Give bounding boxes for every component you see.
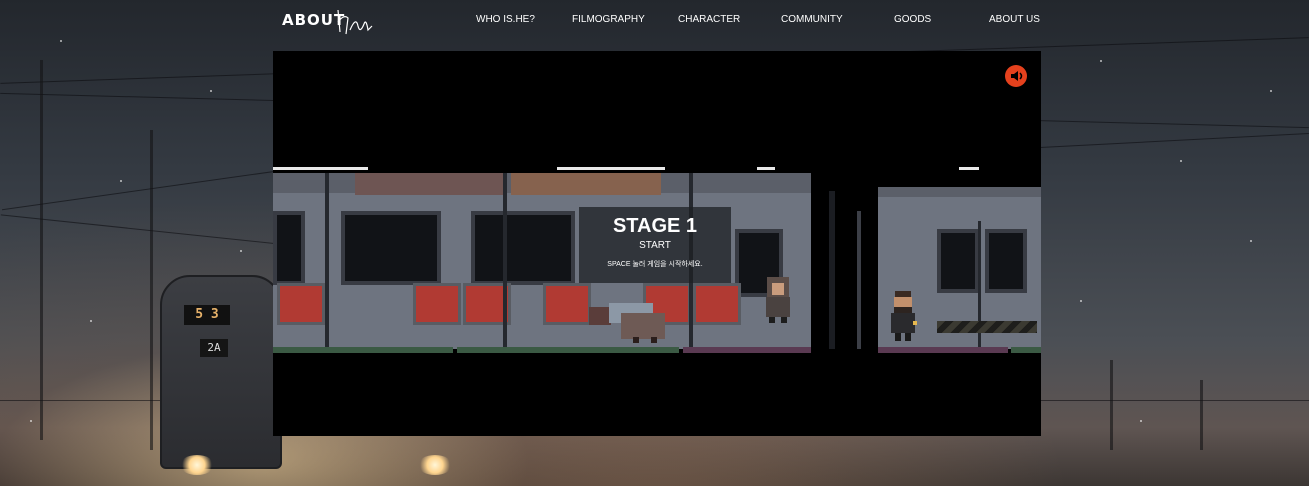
car-coupler	[829, 191, 835, 349]
train-floor	[457, 347, 679, 353]
car-coupler	[857, 211, 861, 349]
train-door-window	[937, 229, 979, 293]
route-number-sign: 5 3	[184, 305, 230, 325]
route-sub-sign: 2A	[200, 339, 228, 357]
platform-ledge	[557, 167, 665, 170]
sleeping-passenger-sprite	[589, 303, 665, 343]
game-canvas[interactable]: STAGE 1 START SPACE 눌러 게임을 시작하세요.	[273, 51, 1041, 436]
car-roof	[878, 187, 1041, 197]
train-window	[471, 211, 575, 285]
train-seat	[693, 283, 741, 325]
overhead-wire	[1040, 132, 1309, 149]
headlight	[180, 455, 214, 475]
platform-ledge	[273, 167, 368, 170]
start-instruction: SPACE 눌러 게임을 시작하세요.	[607, 261, 703, 268]
train-floor	[878, 347, 1008, 353]
utility-pole	[1110, 360, 1113, 450]
train-door-window	[985, 229, 1027, 293]
nav-item-about-us[interactable]: ABOUT US	[989, 14, 1040, 25]
nav-item-goods[interactable]: GOODS	[894, 14, 931, 25]
train-seat	[543, 283, 591, 325]
speaker-icon	[1011, 71, 1023, 81]
nav-item-character[interactable]: CHARACTER	[678, 14, 740, 25]
support-pole	[503, 173, 507, 349]
support-pole	[325, 173, 329, 349]
roof-panel	[511, 173, 661, 195]
train-window	[341, 211, 441, 285]
tram-front: 5 3 2A	[160, 275, 282, 469]
train-seat	[277, 283, 325, 325]
nav-item-community[interactable]: COMMUNITY	[781, 14, 843, 25]
stage-status: START	[639, 240, 671, 251]
nav-item-who-is-he[interactable]: WHO IS.HE?	[476, 14, 535, 25]
stage-title: STAGE 1	[612, 215, 698, 237]
hazard-stripe	[937, 321, 1037, 333]
roof-panel	[355, 173, 505, 195]
stage-start-overlay: STAGE 1 START SPACE 눌러 게임을 시작하세요.	[579, 207, 731, 283]
train-floor	[683, 347, 811, 353]
utility-pole	[150, 130, 153, 450]
player-character-sprite	[891, 291, 917, 341]
train-floor	[273, 347, 453, 353]
hooded-passenger-sprite	[766, 277, 790, 323]
signature-logo-icon[interactable]	[334, 4, 374, 38]
utility-pole	[40, 60, 43, 440]
nav-item-filmography[interactable]: FILMOGRAPHY	[572, 14, 645, 25]
top-navigation: ABOUT WHO IS.HE? FILMOGRAPHY CHARACTER C…	[0, 0, 1309, 44]
platform-ledge	[959, 167, 979, 170]
utility-pole	[1200, 380, 1203, 450]
train-floor	[1011, 347, 1041, 353]
platform-ledge	[757, 167, 775, 170]
train-seat	[413, 283, 461, 325]
sound-toggle-button[interactable]	[1005, 65, 1027, 87]
train-window	[273, 211, 305, 285]
headlight	[418, 455, 452, 475]
